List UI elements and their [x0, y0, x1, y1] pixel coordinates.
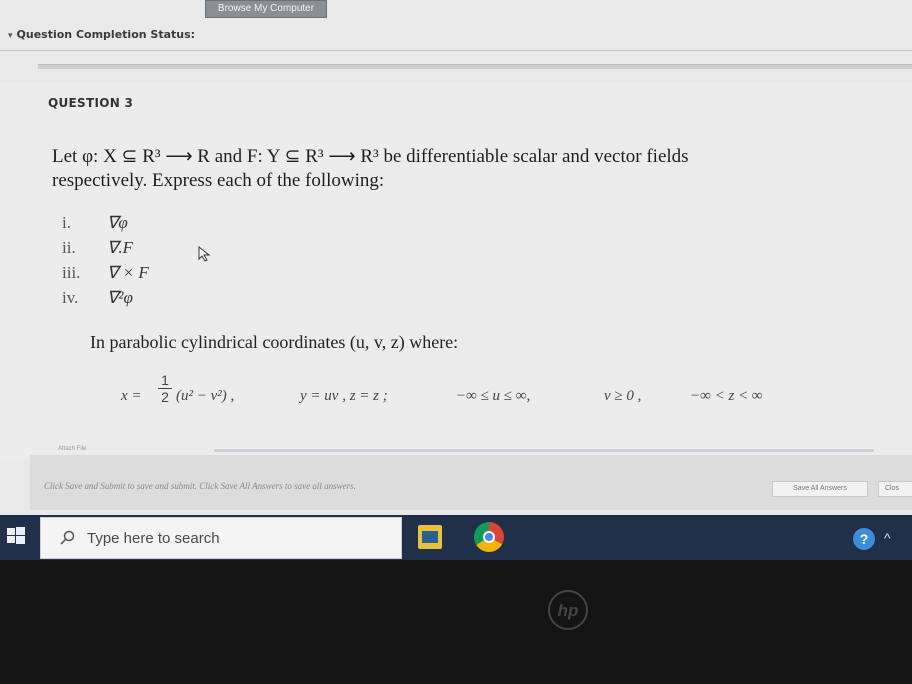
- question-text: Let φ: X ⊆ R³ ⟶ R and F: Y ⊆ R³ ⟶ R³ be …: [52, 145, 812, 193]
- item-number: iv.: [62, 288, 79, 307]
- chrome-icon-center: [483, 531, 495, 543]
- fraction-numerator: 1: [161, 372, 169, 388]
- laptop-bezel: [0, 560, 912, 684]
- chrome-icon[interactable]: [474, 522, 504, 552]
- taskbar-search-input[interactable]: Type here to search: [40, 517, 402, 559]
- hp-logo: hp: [548, 590, 588, 630]
- completion-status-bar: [38, 64, 912, 69]
- status-label: Question Completion Status:: [16, 28, 196, 41]
- browse-my-computer-button[interactable]: Browse My Computer: [205, 0, 327, 18]
- question-text-line1: Let φ: X ⊆ R³ ⟶ R and F: Y ⊆ R³ ⟶ R³ be …: [52, 146, 689, 167]
- browser-window: Browse My Computer ▾ Question Completion …: [0, 0, 912, 560]
- mouse-cursor-icon: [198, 246, 211, 262]
- help-icon[interactable]: ?: [853, 528, 875, 550]
- file-explorer-icon[interactable]: [418, 525, 442, 549]
- close-button[interactable]: Clos: [878, 481, 912, 497]
- item-expression: ∇φ: [107, 213, 128, 232]
- footer-accent-line: [214, 449, 874, 452]
- expression-list: i. ∇φ ii. ∇.F iii. ∇ × F iv. ∇²φ: [62, 213, 149, 313]
- search-icon: [60, 530, 75, 545]
- file-explorer-icon-inner: [422, 531, 438, 543]
- save-all-answers-button[interactable]: Save All Answers: [772, 481, 868, 497]
- submit-instructions: Click Save and Submit to save and submit…: [44, 481, 356, 491]
- question-completion-status[interactable]: ▾ Question Completion Status:: [8, 28, 195, 41]
- search-placeholder: Type here to search: [87, 530, 220, 547]
- equation-x-prefix: x =: [121, 388, 142, 404]
- equation-x-rest: (u² − v²) ,: [176, 388, 235, 404]
- attach-file-label: Attach File: [58, 446, 87, 452]
- item-expression: ∇ × F: [107, 263, 149, 282]
- question-text-line2: respectively. Express each of the follow…: [52, 170, 385, 191]
- item-number: ii.: [62, 238, 76, 257]
- equation-u-range: −∞ ≤ u ≤ ∞,: [456, 388, 531, 404]
- item-expression: ∇²φ: [107, 288, 133, 307]
- windows-start-icon[interactable]: [6, 526, 26, 546]
- equation-z-range: −∞ < z < ∞: [690, 388, 763, 404]
- item-expression: ∇.F: [107, 238, 134, 257]
- chevron-up-icon[interactable]: ^: [884, 530, 891, 546]
- list-item: ii. ∇.F: [62, 238, 149, 263]
- list-item: iii. ∇ × F: [62, 263, 149, 288]
- divider: [0, 50, 912, 51]
- collapse-arrow-icon[interactable]: ▾: [8, 31, 13, 41]
- equation-v-range: v ≥ 0 ,: [604, 388, 642, 404]
- question-title: QUESTION 3: [48, 96, 134, 110]
- list-item: i. ∇φ: [62, 213, 149, 238]
- fraction-one-half: 1 2: [158, 373, 172, 404]
- equation-y-z: y = uv , z = z ;: [300, 388, 388, 404]
- item-number: iii.: [62, 263, 81, 282]
- coordinates-text: In parabolic cylindrical coordinates (u,…: [90, 332, 459, 352]
- list-item: iv. ∇²φ: [62, 288, 149, 313]
- item-number: i.: [62, 213, 71, 232]
- fraction-denominator: 2: [161, 389, 169, 405]
